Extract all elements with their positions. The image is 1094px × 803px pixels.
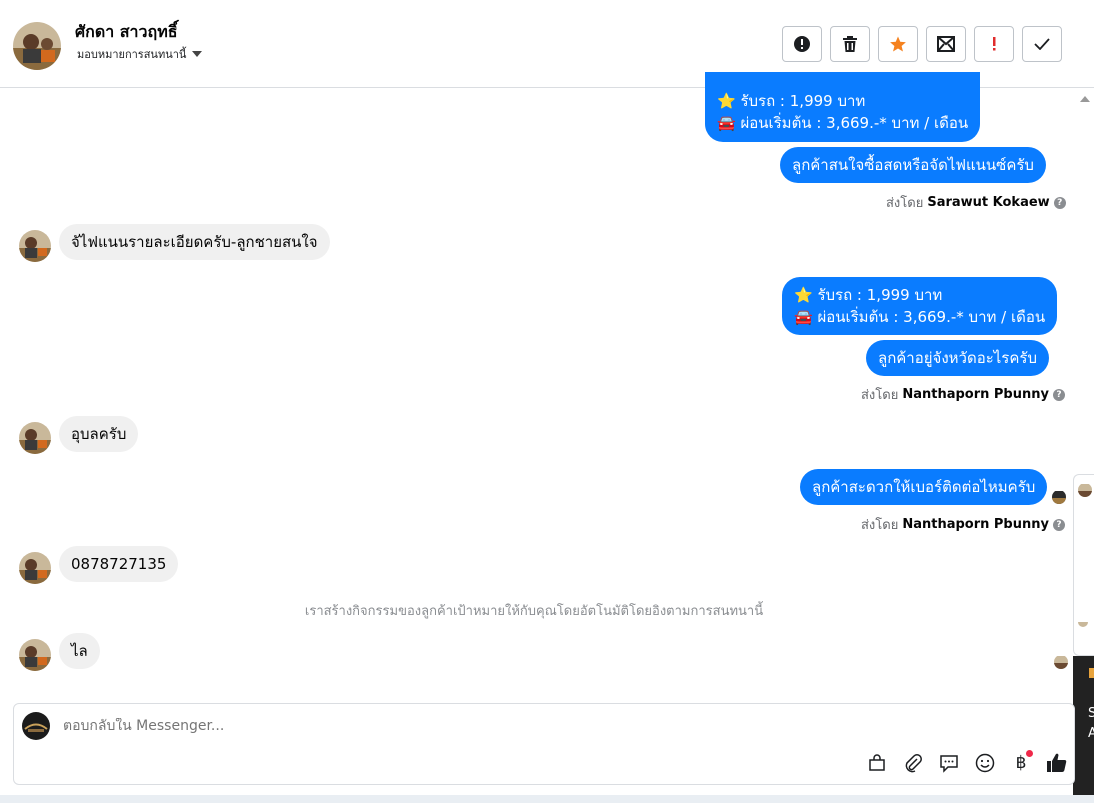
outgoing-message[interactable]: ลูกค้าสะดวกให้เบอร์ติดต่อไหมครับ [800, 469, 1048, 505]
shopping-bag-icon [869, 754, 885, 771]
assign-label: มอบหมายการสนทนานี้ [77, 48, 187, 61]
spam-icon [794, 36, 810, 52]
help-icon[interactable]: ? [1052, 518, 1065, 531]
reply-input[interactable] [63, 718, 663, 734]
composer-toolbar: ฿ [864, 750, 1070, 776]
sent-by-prefix: ส่งโดย [886, 196, 924, 211]
contact-avatar[interactable] [19, 422, 51, 454]
page-avatar [22, 712, 50, 740]
message-line: 🚘 ผ่อนเริ่มต้น : 3,669.-* บาท / เดือน [717, 114, 969, 132]
sent-by-prefix: ส่งโดย [861, 388, 899, 403]
done-check-icon [1034, 38, 1050, 50]
contact-avatar[interactable] [19, 552, 51, 584]
side-dark-text: S [1088, 706, 1094, 721]
contact-avatar[interactable] [19, 230, 51, 262]
conversation-actions [782, 26, 1062, 62]
incoming-message[interactable]: 0878727135 [59, 546, 179, 582]
incoming-message[interactable]: จัไฟแนนรายละเอียดครับ-ลูกชายสนใจ [59, 224, 330, 260]
star-icon [890, 36, 906, 52]
important-icon [993, 37, 996, 51]
sender-name: Sarawut Kokaew [927, 195, 1050, 210]
message-line: ⭐ รับรถ : 1,999 บาท [717, 92, 866, 110]
outgoing-message[interactable]: ลูกค้าอยู่จังหวัดอะไรครับ [866, 340, 1049, 376]
payment-button[interactable]: ฿ [1008, 750, 1034, 776]
contact-avatar[interactable] [19, 639, 51, 671]
mark-done-button[interactable] [1022, 26, 1062, 62]
side-avatar [1078, 617, 1088, 627]
side-avatar [1078, 483, 1092, 497]
assign-conversation-dropdown[interactable]: มอบหมายการสนทนานี้ [77, 45, 203, 63]
side-dark-icon [1089, 668, 1094, 678]
sent-by-label: ส่งโดย Nanthaporn Pbunny ? [861, 384, 1065, 405]
outgoing-message[interactable]: ⭐ รับรถ : 1,999 บาท 🚘 ผ่อนเริ่มต้น : 3,6… [705, 72, 981, 142]
mark-unread-icon [937, 36, 955, 52]
side-preview-card[interactable] [1073, 474, 1094, 656]
help-icon[interactable]: ? [1053, 196, 1066, 209]
chevron-down-icon [192, 51, 203, 57]
system-note: เราสร้างกิจกรรมของลูกค้าเป้าหมายให้กับคุ… [304, 604, 764, 619]
thumbs-up-icon [1047, 753, 1067, 772]
saved-replies-button[interactable] [936, 750, 962, 776]
shop-button[interactable] [864, 750, 890, 776]
like-button[interactable] [1044, 750, 1070, 776]
outgoing-message[interactable]: ลูกค้าสนใจซื้อสดหรือจัดไฟแนนซ์ครับ [780, 147, 1046, 183]
chat-bubble-icon [940, 755, 958, 773]
seen-avatar [1054, 655, 1068, 669]
baht-icon: ฿ [1015, 753, 1027, 773]
sender-name: Nanthaporn Pbunny [902, 387, 1049, 402]
attach-button[interactable] [900, 750, 926, 776]
notification-dot [1026, 750, 1033, 757]
trash-icon [843, 36, 857, 52]
message-line: ⭐ รับรถ : 1,999 บาท [794, 286, 943, 304]
paperclip-icon [905, 754, 922, 773]
outgoing-message[interactable]: ⭐ รับรถ : 1,999 บาท 🚘 ผ่อนเริ่มต้น : 3,6… [782, 277, 1058, 335]
side-dark-panel: S A [1073, 656, 1094, 803]
contact-avatar[interactable] [13, 22, 61, 70]
emoji-button[interactable] [972, 750, 998, 776]
contact-name: ศักดา สาวฤทธิ์ [75, 22, 178, 41]
smiley-icon [975, 753, 995, 773]
side-dark-text: A [1088, 726, 1094, 741]
message-composer: ฿ [13, 703, 1075, 785]
footer-strip [0, 795, 1094, 803]
delete-button[interactable] [830, 26, 870, 62]
sent-by-label: ส่งโดย Sarawut Kokaew ? [886, 192, 1066, 213]
help-icon[interactable]: ? [1052, 388, 1065, 401]
message-line: 🚘 ผ่อนเริ่มต้น : 3,669.-* บาท / เดือน [794, 308, 1046, 326]
incoming-message[interactable]: ไล [59, 633, 100, 669]
scroll-up-arrow-icon[interactable] [1080, 96, 1090, 102]
sent-by-label: ส่งโดย Nanthaporn Pbunny ? [861, 514, 1065, 535]
mark-unread-button[interactable] [926, 26, 966, 62]
star-button[interactable] [878, 26, 918, 62]
sender-name: Nanthaporn Pbunny [902, 517, 1049, 532]
seen-avatar [1052, 490, 1066, 504]
spam-button[interactable] [782, 26, 822, 62]
sent-by-prefix: ส่งโดย [861, 518, 899, 533]
incoming-message[interactable]: อุบลครับ [59, 416, 139, 452]
important-button[interactable] [974, 26, 1014, 62]
